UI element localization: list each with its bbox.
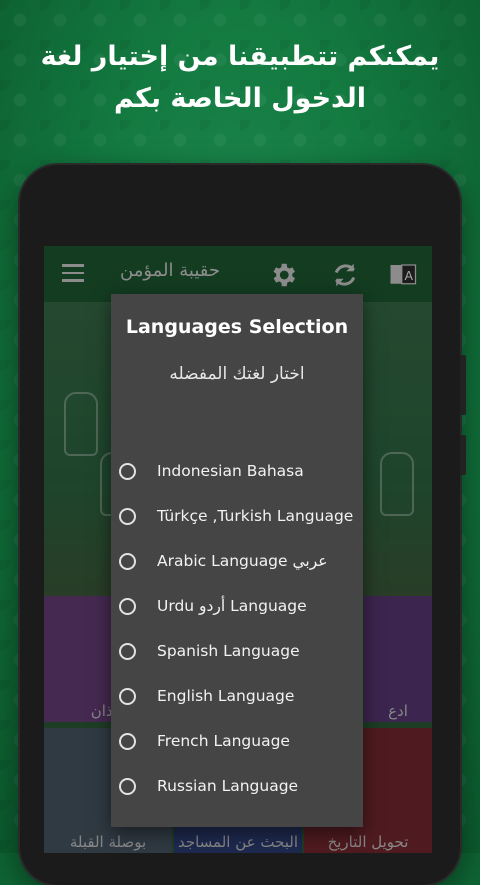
promo-text: يمكنكم تتطبيقنا من إختيار لغة الدخول الخ… [0, 36, 480, 120]
language-option-arabic[interactable]: Arabic Language عربي [111, 541, 363, 581]
radio-button[interactable] [119, 687, 136, 705]
radio-button[interactable] [119, 507, 136, 525]
option-label: Türkçe ,Turkish Language [157, 507, 354, 525]
option-label: French Language [157, 732, 290, 750]
dialog-title: Languages Selection [125, 316, 349, 338]
language-dialog: Languages Selection اختار لغتك المفضله I… [111, 294, 363, 827]
option-label: Spanish Language [157, 642, 300, 660]
promo-line-1: يمكنكم تتطبيقنا من إختيار لغة [40, 41, 440, 72]
option-label: Arabic Language عربي [157, 552, 328, 570]
radio-button[interactable] [119, 597, 136, 615]
promo-line-2: الدخول الخاصة بكم [113, 83, 367, 114]
option-label: Russian Language [157, 777, 299, 795]
language-option-indonesian[interactable]: Indonesian Bahasa [111, 451, 363, 491]
language-option-turkish[interactable]: Türkçe ,Turkish Language [111, 496, 363, 536]
radio-button[interactable] [119, 642, 136, 660]
phone-power-button [460, 435, 466, 475]
language-option-urdu[interactable]: Urdu أردو Language [111, 586, 363, 626]
option-label: Urdu أردو Language [157, 597, 307, 615]
phone-volume-button [460, 355, 466, 415]
radio-button[interactable] [119, 462, 136, 480]
language-option-french[interactable]: French Language [111, 721, 363, 761]
language-option-russian[interactable]: Russian Language [111, 766, 363, 806]
option-label: Indonesian Bahasa [157, 462, 304, 480]
radio-button[interactable] [119, 732, 136, 750]
language-option-english[interactable]: English Language [111, 676, 363, 716]
radio-button[interactable] [119, 552, 136, 570]
language-option-spanish[interactable]: Spanish Language [111, 631, 363, 671]
radio-button[interactable] [119, 777, 136, 795]
dialog-subtitle: اختار لغتك المفضله [169, 364, 305, 384]
option-label: English Language [157, 687, 295, 705]
